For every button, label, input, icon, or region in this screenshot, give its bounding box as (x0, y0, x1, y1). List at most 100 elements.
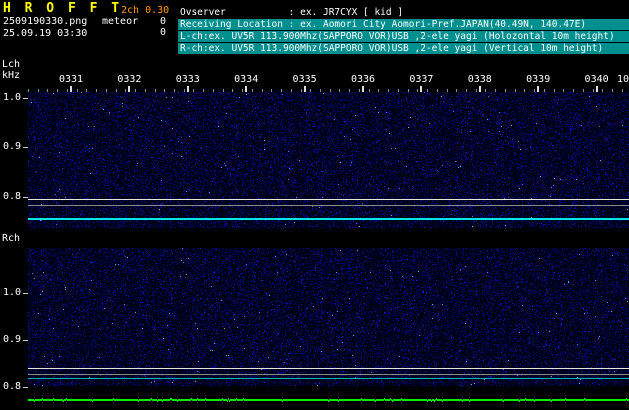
second-tick (125, 89, 126, 92)
time-label: 0332 (117, 74, 142, 85)
rch-spectrogram-panel (28, 248, 629, 386)
lch-axis-label: Lch (2, 59, 21, 70)
second-tick (271, 89, 272, 92)
time-label: 0336 (350, 74, 376, 85)
second-tick (495, 89, 496, 92)
minute-tick (537, 86, 540, 92)
time-label: 0333 (175, 74, 200, 85)
second-tick (612, 89, 613, 92)
second-tick (57, 89, 58, 92)
meteor-count-value: 0 (159, 16, 166, 27)
signal-level-strip (28, 388, 629, 410)
freq-tick-label: 0.9 (2, 334, 21, 345)
second-tick (563, 89, 564, 92)
output-filename: 2509190330.png (3, 16, 88, 27)
minute-tick (362, 86, 364, 92)
second-tick (466, 89, 467, 92)
freq-tick-dash (23, 340, 28, 341)
time-label: 0335 (292, 74, 317, 85)
minute-tick (478, 86, 481, 92)
second-tick (378, 89, 379, 92)
second-tick (485, 89, 486, 92)
second-tick (515, 89, 516, 92)
second-tick (388, 89, 389, 92)
time-label: 0334 (234, 74, 259, 85)
second-tick (223, 89, 224, 92)
minute-tick (186, 86, 189, 92)
location-info-line: Receiving Location : ex. Aomori City Aom… (178, 19, 629, 30)
second-tick (310, 89, 311, 92)
second-tick (174, 89, 175, 92)
second-tick (554, 89, 555, 92)
second-tick (291, 89, 292, 92)
second-tick (47, 89, 48, 92)
second-tick (242, 89, 243, 92)
second-tick (330, 89, 331, 92)
second-tick (534, 89, 535, 92)
second-tick (38, 89, 39, 92)
second-tick (456, 89, 457, 92)
second-tick (437, 89, 438, 92)
freq-tick-label: 0.8 (2, 381, 21, 392)
second-tick (544, 89, 545, 92)
second-tick (602, 89, 603, 92)
freq-tick-dash (23, 387, 28, 388)
second-tick (203, 89, 204, 92)
long-echo-count-value: 0 (159, 27, 166, 38)
second-tick (193, 89, 194, 92)
minute-tick (595, 86, 598, 92)
second-tick (417, 89, 418, 92)
minute-tick (303, 86, 306, 92)
second-tick (398, 89, 399, 92)
observation-datetime: 25.09.19 03:30 (3, 28, 88, 39)
freq-tick-label: 0.9 (2, 141, 21, 152)
second-tick (359, 89, 360, 92)
time-label: 0338 (467, 74, 492, 85)
freq-tick-label: 1.0 (2, 287, 21, 298)
minute-tick (420, 86, 423, 92)
minute-tick (70, 86, 72, 92)
second-tick (67, 89, 68, 92)
lch-receiver-info-line: L-ch:ex. UV5R 113.900Mhz(SAPPORO VOR)USB… (178, 31, 629, 42)
second-tick (145, 89, 146, 92)
second-tick (349, 89, 350, 92)
second-tick (408, 89, 409, 92)
rch-receiver-info-line: R-ch:ex. UV5R 113.900Mhz(SAPPORO VOR)USB… (178, 43, 629, 54)
second-tick (573, 89, 574, 92)
second-tick (476, 89, 477, 92)
freq-tick-label: 1.0 (2, 92, 21, 103)
freq-tick-dash (23, 98, 28, 99)
hrofft-output-image: H R O F F T 2ch 0.30 2509190330.png mete… (0, 0, 629, 410)
second-tick (155, 89, 156, 92)
second-tick (339, 89, 340, 92)
time-label-clipped: 10 (617, 74, 629, 85)
khz-unit-label: kHz (2, 70, 21, 81)
second-tick (427, 89, 428, 92)
second-tick (28, 89, 29, 92)
second-tick (505, 89, 506, 92)
second-tick (524, 89, 525, 92)
meteor-counter-label: meteor (102, 16, 139, 27)
second-tick (320, 89, 321, 92)
second-tick (106, 89, 107, 92)
time-label: 0340 (584, 74, 609, 85)
second-tick (301, 89, 302, 92)
second-tick (369, 89, 370, 92)
second-tick (77, 89, 78, 92)
freq-tick-dash (23, 197, 28, 198)
second-tick (281, 89, 282, 92)
second-tick (583, 89, 584, 92)
second-tick (213, 89, 214, 92)
freq-tick-label: 0.8 (2, 191, 21, 202)
time-label: 0339 (526, 74, 551, 85)
minute-tick (128, 86, 131, 92)
app-version: 2ch 0.30 (121, 5, 170, 16)
second-tick (135, 89, 136, 92)
second-tick (96, 89, 97, 92)
second-tick (622, 89, 623, 92)
minute-tick (245, 86, 248, 92)
rch-axis-label: Rch (2, 233, 21, 244)
second-tick (116, 89, 117, 92)
freq-tick-dash (23, 293, 28, 294)
second-tick (252, 89, 253, 92)
